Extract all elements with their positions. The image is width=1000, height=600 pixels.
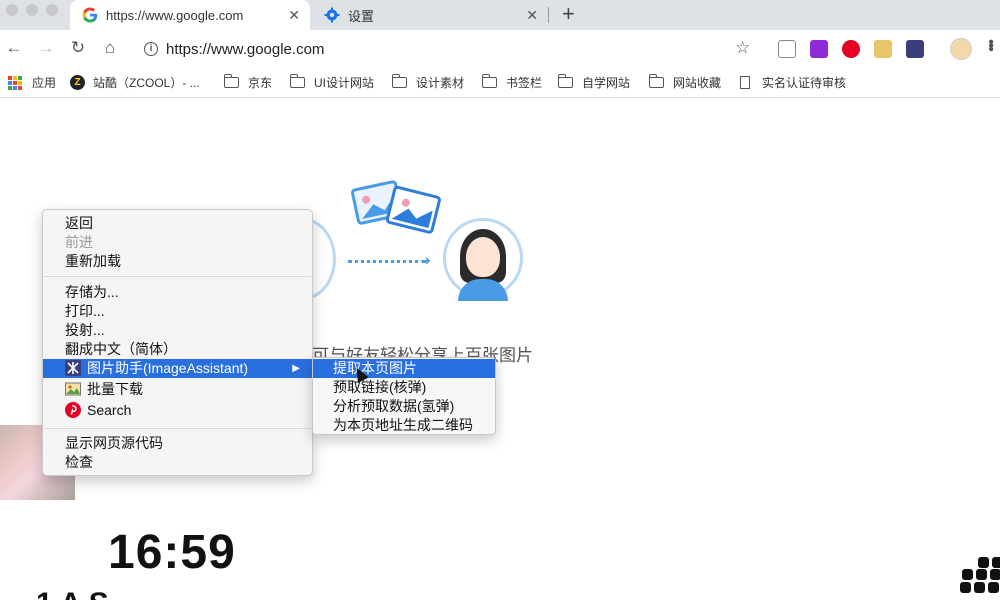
- menu-item-cast[interactable]: 投射...: [43, 321, 312, 340]
- new-tab-button[interactable]: +: [562, 2, 575, 26]
- bookmark-bookmarks-bar[interactable]: 书签栏: [481, 74, 543, 91]
- tab-google[interactable]: https://www.google.com ✕: [70, 0, 310, 30]
- folder-icon: [391, 74, 407, 88]
- menu-item-view-source[interactable]: 显示网页源代码: [43, 434, 312, 453]
- back-arrow-icon[interactable]: ←: [4, 38, 24, 58]
- image-extension-icon[interactable]: [874, 40, 892, 58]
- menu-item-label: 批量下载: [87, 381, 143, 397]
- home-icon[interactable]: ⌂: [100, 38, 120, 58]
- bookmark-zcool[interactable]: Z 站酷（ZCOOL）- ...: [70, 74, 200, 91]
- image-download-icon: [65, 382, 81, 396]
- folder-icon: [289, 74, 305, 88]
- settings-gear-icon: [324, 7, 340, 23]
- bookmark-design-materials[interactable]: 设计素材: [391, 74, 465, 91]
- bookmark-label: 实名认证待审核: [762, 76, 847, 90]
- image-assistant-submenu: 提取本页图片 预取链接(核弹) 分析预取数据(氢弹) 为本页地址生成二维码: [312, 357, 496, 435]
- submenu-arrow-icon: ▶: [292, 363, 300, 374]
- bookmark-label: 设计素材: [416, 76, 465, 90]
- image-assistant-icon: [65, 360, 81, 376]
- menu-item-save-as[interactable]: 存储为...: [43, 283, 312, 302]
- menu-item-translate[interactable]: 翻成中文（简体）: [43, 340, 312, 359]
- google-icon: [82, 7, 98, 23]
- maximize-window-button[interactable]: [46, 4, 58, 16]
- document-icon: [740, 76, 750, 89]
- menu-item-search[interactable]: Search: [43, 401, 312, 420]
- bookmark-label: 应用: [32, 76, 57, 90]
- bookmark-apps[interactable]: 应用: [8, 74, 56, 91]
- tab-settings[interactable]: 设置 ✕: [312, 0, 548, 30]
- bookmarks-bar: 应用 Z 站酷（ZCOOL）- ... 京东 UI设计网站 设计素材 书签栏 自…: [0, 68, 1000, 98]
- bookmark-label: 京东: [248, 76, 273, 90]
- bookmark-label: 自学网站: [582, 76, 631, 90]
- menu-separator: [44, 276, 311, 277]
- profile-avatar[interactable]: [950, 38, 972, 60]
- image-assistant-icon[interactable]: [906, 40, 924, 58]
- apps-grid-icon: [8, 75, 22, 90]
- qr-extension-icon[interactable]: [778, 40, 796, 58]
- submenu-item-generate-qr[interactable]: 为本页地址生成二维码: [313, 416, 495, 435]
- avatar-face: [466, 237, 500, 277]
- rp-extension-icon[interactable]: [810, 40, 828, 58]
- submenu-item-extract-images[interactable]: 提取本页图片: [313, 359, 495, 378]
- bookmark-star-icon[interactable]: ☆: [735, 38, 750, 58]
- menu-item-image-assistant[interactable]: 图片助手(ImageAssistant) ▶: [43, 359, 312, 378]
- tab-strip: https://www.google.com ✕ 设置 ✕ +: [0, 0, 1000, 30]
- photos-illustration: [351, 180, 441, 234]
- bookmark-ui-design-sites[interactable]: UI设计网站: [289, 74, 375, 91]
- bookmark-label: 网站收藏: [673, 76, 722, 90]
- menu-item-label: Search: [87, 402, 132, 418]
- menu-item-print[interactable]: 打印...: [43, 302, 312, 321]
- menu-item-inspect[interactable]: 检查: [43, 453, 312, 472]
- context-menu: 返回 前进 重新加载 存储为... 打印... 投射... 翻成中文（简体） 图…: [42, 209, 313, 476]
- reload-icon[interactable]: ↻: [68, 38, 88, 58]
- bookmark-site-favorites[interactable]: 网站收藏: [648, 74, 722, 91]
- menu-item-back[interactable]: 返回: [43, 214, 312, 233]
- menu-separator: [44, 428, 311, 429]
- receiver-avatar-circle: [443, 218, 523, 301]
- menu-item-forward[interactable]: 前进: [43, 233, 312, 252]
- folder-icon: [648, 74, 664, 88]
- menu-item-reload[interactable]: 重新加载: [43, 252, 312, 271]
- folder-icon: [481, 74, 497, 88]
- bookmark-self-study-sites[interactable]: 自学网站: [557, 74, 631, 91]
- bookmark-verification-pending[interactable]: 实名认证待审核: [740, 74, 846, 91]
- app-grid-icon[interactable]: [956, 555, 1000, 593]
- bookmark-label: UI设计网站: [314, 76, 375, 90]
- tab-divider: [548, 7, 549, 23]
- pinterest-icon[interactable]: [842, 40, 860, 58]
- submenu-item-prefetch-links[interactable]: 预取链接(核弹): [313, 378, 495, 397]
- close-icon[interactable]: ✕: [526, 7, 538, 24]
- tab-title: 设置: [348, 8, 375, 24]
- submenu-item-analyze-prefetch[interactable]: 分析预取数据(氢弹): [313, 397, 495, 416]
- zcool-icon: Z: [70, 75, 85, 90]
- browser-toolbar: ← → ↻ ⌂ i https://www.google.com ☆ •••: [0, 30, 1000, 68]
- tab-title: https://www.google.com: [106, 7, 244, 23]
- bookmark-label: 站酷（ZCOOL）- ...: [93, 76, 200, 90]
- forward-arrow-icon[interactable]: →: [36, 38, 56, 58]
- url-text[interactable]: https://www.google.com: [166, 41, 324, 58]
- folder-icon: [557, 74, 573, 88]
- share-dotted-line: [348, 260, 426, 263]
- close-icon[interactable]: ✕: [288, 7, 300, 24]
- folder-icon: [223, 74, 239, 88]
- minimize-window-button[interactable]: [26, 4, 38, 16]
- clock-date: 1 A S: [36, 587, 109, 600]
- pinterest-icon: [65, 402, 81, 418]
- clock-time: 16:59: [108, 526, 236, 579]
- menu-item-batch-download[interactable]: 批量下载: [43, 380, 312, 399]
- arrow-right-icon: ➜: [420, 253, 431, 268]
- address-bar[interactable]: i https://www.google.com: [140, 35, 760, 63]
- menu-item-label: 图片助手(ImageAssistant): [87, 360, 249, 376]
- bookmark-label: 书签栏: [506, 76, 543, 90]
- bookmark-jd[interactable]: 京东: [223, 74, 273, 91]
- close-window-button[interactable]: [6, 4, 18, 16]
- more-menu-icon[interactable]: •••: [982, 39, 999, 50]
- info-icon[interactable]: i: [144, 42, 158, 56]
